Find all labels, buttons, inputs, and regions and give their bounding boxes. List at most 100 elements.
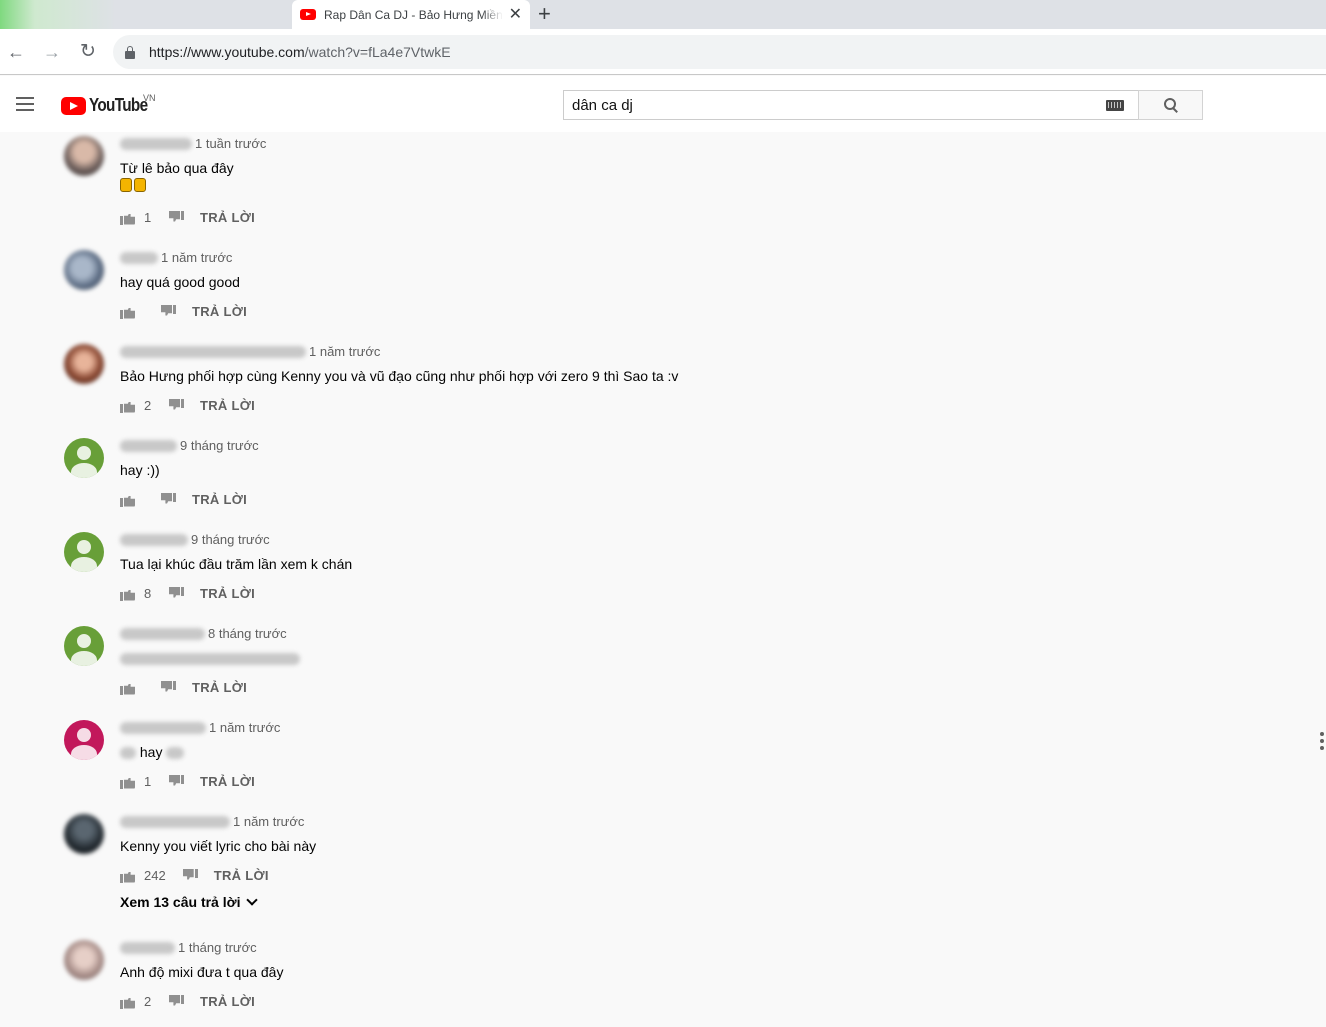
new-tab-button[interactable]: + <box>538 2 551 26</box>
country-code: VN <box>143 93 156 103</box>
reply-button[interactable]: TRẢ LỜI <box>192 680 247 695</box>
like-count: 2 <box>144 398 152 413</box>
like-icon[interactable] <box>120 681 136 695</box>
comment-time[interactable]: 1 năm trước <box>161 250 232 265</box>
backhand-index-pointing-down-icon <box>120 178 132 192</box>
comments-section: 1 tuần trước Từ lê bảo qua đây 1 TRẢ LỜI… <box>0 132 1326 1027</box>
dislike-icon[interactable] <box>160 304 176 319</box>
comment-header: 1 năm trước <box>120 250 232 265</box>
author-name[interactable] <box>120 439 177 452</box>
comment-actions: 2 TRẢ LỜI <box>120 994 255 1009</box>
author-name[interactable] <box>120 533 188 546</box>
comment-time[interactable]: 1 tháng trước <box>178 940 257 955</box>
dislike-icon[interactable] <box>168 210 184 225</box>
menu-icon[interactable] <box>16 97 34 111</box>
author-name[interactable] <box>120 345 306 358</box>
comment-text: Từ lê bảo qua đây <box>120 160 234 176</box>
back-arrow-icon[interactable]: ← <box>4 40 28 64</box>
comment-text: Anh độ mixi đưa t qua đây <box>120 964 284 980</box>
author-name[interactable] <box>120 251 158 264</box>
comment-header: 8 tháng trước <box>120 626 287 641</box>
like-icon[interactable] <box>120 305 136 319</box>
comment-time[interactable]: 9 tháng trước <box>180 438 259 453</box>
youtube-masthead: YouTube VN dân ca dj <box>0 76 1326 132</box>
comment-header: 1 năm trước <box>120 344 380 359</box>
view-replies-button[interactable]: Xem 13 câu trả lời <box>120 894 259 910</box>
redacted-text <box>166 747 185 760</box>
comment-actions: TRẢ LỜI <box>120 680 247 695</box>
like-icon[interactable] <box>120 775 136 789</box>
forward-arrow-icon[interactable]: → <box>40 40 64 64</box>
reply-button[interactable]: TRẢ LỜI <box>200 774 255 789</box>
like-icon[interactable] <box>120 587 136 601</box>
dislike-icon[interactable] <box>160 492 176 507</box>
active-tab[interactable]: Rap Dân Ca DJ - Bảo Hưng Miền Tây ✕ <box>292 0 530 29</box>
reply-button[interactable]: TRẢ LỜI <box>192 492 247 507</box>
comment-actions: 1 TRẢ LỜI <box>120 774 255 789</box>
url-text[interactable]: https://www.youtube.com/watch?v=fLa4e7Vt… <box>149 44 451 60</box>
view-replies-label: Xem 13 câu trả lời <box>120 894 241 910</box>
youtube-favicon-icon <box>300 9 316 20</box>
more-options-icon[interactable] <box>1320 732 1326 750</box>
comment-text: Kenny you viết lyric cho bài này <box>120 838 317 854</box>
dislike-icon[interactable] <box>168 586 184 601</box>
dislike-icon[interactable] <box>168 398 184 413</box>
browser-toolbar: ← → ↻ https://www.youtube.com/watch?v=fL… <box>0 29 1326 75</box>
comment-header: 9 tháng trước <box>120 438 259 453</box>
close-tab-icon[interactable]: ✕ <box>509 6 522 23</box>
comment-time[interactable]: 1 năm trước <box>209 720 280 735</box>
search-button[interactable] <box>1138 90 1203 120</box>
avatar[interactable] <box>64 532 104 572</box>
comment-header: 1 năm trước <box>120 814 304 829</box>
avatar[interactable] <box>64 720 104 760</box>
like-icon[interactable] <box>120 869 136 883</box>
lock-icon[interactable] <box>125 45 135 59</box>
dislike-icon[interactable] <box>160 680 176 695</box>
redacted-text <box>120 747 136 760</box>
logo-wordmark: YouTube <box>89 95 148 115</box>
reply-button[interactable]: TRẢ LỜI <box>200 210 255 225</box>
avatar[interactable] <box>64 940 104 980</box>
previous-tab[interactable] <box>0 0 290 29</box>
dislike-icon[interactable] <box>168 774 184 789</box>
comment-time[interactable]: 9 tháng trước <box>191 532 270 547</box>
author-name[interactable] <box>120 627 205 640</box>
reply-button[interactable]: TRẢ LỜI <box>214 868 269 883</box>
youtube-play-icon <box>61 96 86 115</box>
comment-header: 1 tháng trước <box>120 940 257 955</box>
avatar[interactable] <box>64 250 104 290</box>
comment-actions: TRẢ LỜI <box>120 304 247 319</box>
avatar[interactable] <box>64 344 104 384</box>
like-count: 1 <box>144 210 152 225</box>
author-name[interactable] <box>120 137 192 150</box>
comment-header: 1 năm trước <box>120 720 280 735</box>
avatar[interactable] <box>64 136 104 176</box>
like-icon[interactable] <box>120 493 136 507</box>
reply-button[interactable]: TRẢ LỜI <box>200 398 255 413</box>
avatar[interactable] <box>64 814 104 854</box>
dislike-icon[interactable] <box>182 868 198 883</box>
reply-button[interactable]: TRẢ LỜI <box>200 586 255 601</box>
reply-button[interactable]: TRẢ LỜI <box>192 304 247 319</box>
like-icon[interactable] <box>120 211 136 225</box>
dislike-icon[interactable] <box>168 994 184 1009</box>
comment-time[interactable]: 8 tháng trước <box>208 626 287 641</box>
author-name[interactable] <box>120 815 230 828</box>
comment-time[interactable]: 1 năm trước <box>233 814 304 829</box>
keyboard-icon[interactable] <box>1106 100 1124 111</box>
comment-actions: TRẢ LỜI <box>120 492 247 507</box>
comment-time[interactable]: 1 tuần trước <box>195 136 266 151</box>
redacted-text <box>120 653 300 666</box>
comment-time[interactable]: 1 năm trước <box>309 344 380 359</box>
reload-icon[interactable]: ↻ <box>76 40 100 64</box>
address-bar[interactable]: https://www.youtube.com/watch?v=fLa4e7Vt… <box>113 35 1326 69</box>
author-name[interactable] <box>120 721 206 734</box>
reply-button[interactable]: TRẢ LỜI <box>200 994 255 1009</box>
youtube-logo[interactable]: YouTube VN <box>61 93 158 116</box>
author-name[interactable] <box>120 941 175 954</box>
search-input[interactable]: dân ca dj <box>563 90 1138 120</box>
like-icon[interactable] <box>120 399 136 413</box>
like-icon[interactable] <box>120 995 136 1009</box>
avatar[interactable] <box>64 626 104 666</box>
avatar[interactable] <box>64 438 104 478</box>
